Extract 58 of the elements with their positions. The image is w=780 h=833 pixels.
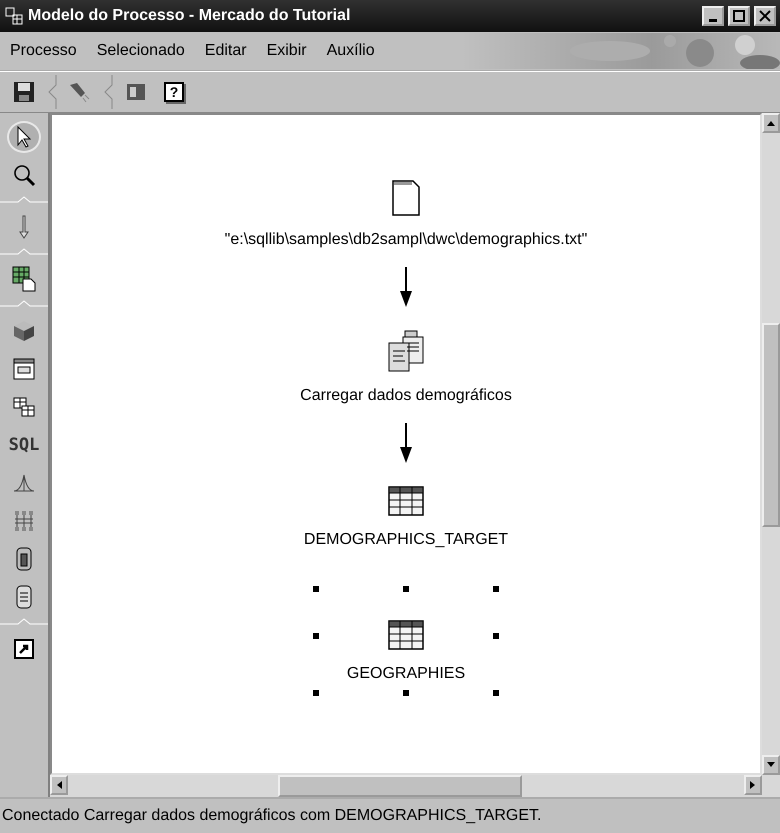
toolbar-divider — [46, 75, 58, 109]
shortcut-icon — [14, 639, 34, 659]
selection-handle[interactable] — [403, 586, 409, 592]
close-icon — [759, 10, 771, 22]
selection-handle[interactable] — [313, 586, 319, 592]
selection-handle[interactable] — [403, 690, 409, 696]
menu-item[interactable]: Selecionado — [86, 36, 195, 66]
down-arrow-icon — [17, 214, 31, 240]
document-icon — [390, 179, 421, 217]
table-icon — [387, 619, 425, 651]
selection-handle[interactable] — [313, 632, 319, 639]
window-title: Modelo do Processo - Mercado do Tutorial — [28, 7, 352, 25]
cylinder-icon — [15, 584, 33, 610]
help-button[interactable]: ? — [158, 78, 190, 106]
up-triangle-icon — [766, 119, 776, 127]
search-icon — [12, 163, 36, 187]
projector-icon — [124, 81, 148, 103]
scroll-left-button[interactable] — [50, 775, 68, 795]
menu-item[interactable]: Processo — [0, 36, 87, 66]
save-icon — [12, 80, 36, 104]
selection-handle[interactable] — [493, 690, 499, 696]
scroll-thumb[interactable] — [278, 775, 522, 797]
selection-handle[interactable] — [313, 690, 319, 696]
scroll-right-button[interactable] — [744, 775, 762, 795]
close-button[interactable] — [754, 6, 776, 26]
minimize-icon — [709, 18, 717, 22]
program-window-icon — [12, 357, 36, 381]
sql-tool[interactable]: SQL — [7, 429, 41, 461]
node-label: "e:\sqllib\samples\db2sampl\dwc\demographics.txt" — [224, 231, 588, 249]
maximize-icon — [733, 10, 745, 22]
bell-curve-icon — [12, 473, 36, 493]
left-triangle-icon — [55, 780, 63, 790]
app-icon — [4, 6, 24, 26]
scroll-down-button[interactable] — [762, 755, 780, 775]
down-triangle-icon — [766, 761, 776, 769]
palette-tool[interactable] — [7, 121, 41, 153]
jar-icon — [15, 546, 33, 572]
selection-handle[interactable] — [493, 632, 499, 639]
menu-item[interactable]: Auxílio — [316, 36, 385, 66]
horizontal-scrollbar[interactable] — [50, 775, 780, 797]
scroll-thumb[interactable] — [762, 323, 780, 527]
minimize-button[interactable] — [702, 6, 724, 26]
menu-item[interactable]: Editar — [194, 36, 257, 66]
grid-icon — [13, 509, 35, 533]
node-label: DEMOGRAPHICS_TARGET — [304, 531, 508, 549]
vertical-scrollbar[interactable] — [762, 113, 780, 775]
status-text: Conectado Carregar dados demográficos com DEMOGRAPHICS_TARGET. — [2, 807, 542, 825]
node-label: GEOGRAPHIES — [346, 665, 466, 683]
menu-item[interactable]: Exibir — [256, 36, 317, 66]
right-triangle-icon — [749, 780, 757, 790]
table-icon — [386, 485, 425, 517]
node-label: Carregar dados demográficos — [300, 387, 512, 405]
selection-handle[interactable] — [493, 586, 499, 592]
scroll-up-button[interactable] — [762, 113, 780, 133]
maximize-button[interactable] — [728, 6, 750, 26]
tables-icon — [12, 396, 36, 418]
toolbar-divider — [102, 75, 114, 109]
table-file-icon — [11, 265, 37, 293]
